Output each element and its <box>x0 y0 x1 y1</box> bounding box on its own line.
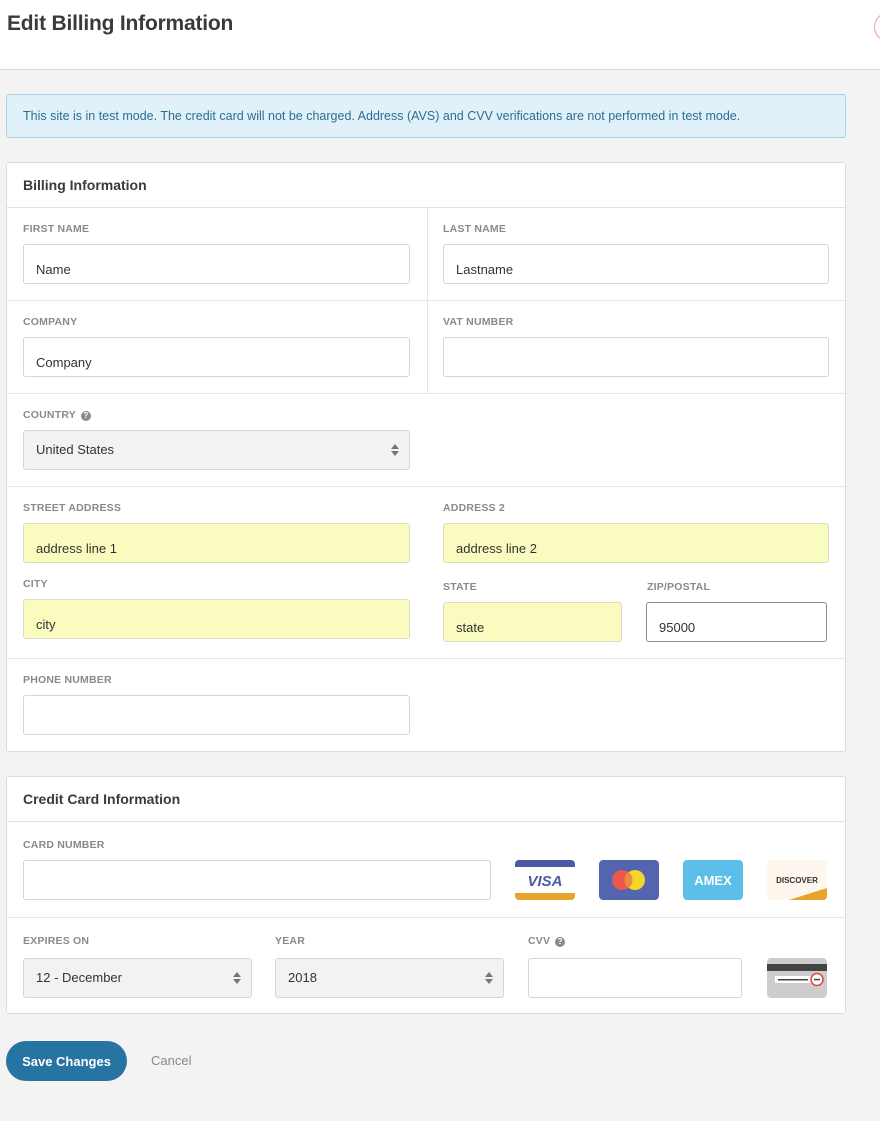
company-input[interactable] <box>23 337 410 377</box>
expiry-year-select[interactable]: 2018 <box>275 958 504 998</box>
card-number-row: CARD NUMBER VISA AMEX DISCOVER <box>7 822 845 918</box>
column-divider <box>427 208 428 300</box>
card-number-label: CARD NUMBER <box>23 839 105 851</box>
country-label: COUNTRY? <box>23 409 91 421</box>
alert-text: This site is in test mode. The credit ca… <box>23 109 741 123</box>
zip-label: ZIP/POSTAL <box>647 581 711 593</box>
name-row: FIRST NAME LAST NAME <box>7 208 845 301</box>
cvv-label: CVV? <box>528 935 566 947</box>
state-label: STATE <box>443 581 477 593</box>
cvv-card-back-icon <box>767 958 827 998</box>
question-circle-icon[interactable]: ? <box>80 411 91 421</box>
select-arrows-icon <box>485 972 493 984</box>
column-divider <box>427 301 428 393</box>
country-row: COUNTRY? United States <box>7 394 845 487</box>
company-row: COMPANY VAT NUMBER <box>7 301 845 394</box>
street-address-input[interactable] <box>23 523 410 563</box>
country-select[interactable]: United States <box>23 430 410 470</box>
credit-card-panel-title: Credit Card Information <box>7 777 845 822</box>
cancel-link[interactable]: Cancel <box>151 1053 191 1068</box>
save-changes-button[interactable]: Save Changes <box>6 1041 127 1081</box>
company-label: COMPANY <box>23 316 78 328</box>
expires-on-label: EXPIRES ON <box>23 935 90 947</box>
billing-information-panel: Billing Information FIRST NAME LAST NAME… <box>6 162 846 752</box>
expiry-row: EXPIRES ON 12 - December YEAR 2018 CVV? <box>7 918 845 1014</box>
zip-input[interactable] <box>646 602 827 642</box>
phone-input[interactable] <box>23 695 410 735</box>
city-label: CITY <box>23 578 48 590</box>
mastercard-logo-icon <box>599 860 659 900</box>
state-input[interactable] <box>443 602 622 642</box>
visa-logo-icon: VISA <box>515 860 575 900</box>
close-icon[interactable] <box>874 12 880 42</box>
phone-row: PHONE NUMBER <box>7 659 845 751</box>
street-address-label: STREET ADDRESS <box>23 502 122 514</box>
last-name-input[interactable] <box>443 244 829 284</box>
country-select-value: United States <box>36 442 115 457</box>
page-title: Edit Billing Information <box>7 12 234 35</box>
vat-number-label: VAT NUMBER <box>443 316 514 328</box>
test-mode-alert: This site is in test mode. The credit ca… <box>6 94 846 138</box>
amex-text: AMEX <box>694 873 732 888</box>
expiry-month-select[interactable]: 12 - December <box>23 958 252 998</box>
page-header: Edit Billing Information <box>0 0 880 70</box>
credit-card-panel: Credit Card Information CARD NUMBER VISA <box>6 776 846 1014</box>
first-name-label: FIRST NAME <box>23 223 90 235</box>
address2-label: ADDRESS 2 <box>443 502 505 514</box>
select-arrows-icon <box>391 444 399 456</box>
expiry-year-value: 2018 <box>288 970 317 985</box>
select-arrows-icon <box>233 972 241 984</box>
year-label: YEAR <box>275 935 305 947</box>
question-circle-icon[interactable]: ? <box>555 937 566 947</box>
cvv-input[interactable] <box>528 958 742 998</box>
amex-logo-icon: AMEX <box>683 860 743 900</box>
card-number-input[interactable] <box>23 860 491 900</box>
phone-label: PHONE NUMBER <box>23 674 112 686</box>
discover-logo-icon: DISCOVER <box>767 860 827 900</box>
vat-number-input[interactable] <box>443 337 829 377</box>
address2-input[interactable] <box>443 523 829 563</box>
visa-text: VISA <box>527 873 562 890</box>
billing-panel-title: Billing Information <box>7 163 845 208</box>
last-name-label: LAST NAME <box>443 223 507 235</box>
cvv-label-text: CVV <box>528 935 551 947</box>
city-input[interactable] <box>23 599 410 639</box>
address-row: STREET ADDRESS ADDRESS 2 CITY STATE ZIP/… <box>7 487 845 659</box>
country-label-text: COUNTRY <box>23 409 76 421</box>
discover-text: DISCOVER <box>776 876 818 885</box>
first-name-input[interactable] <box>23 244 410 284</box>
expiry-month-value: 12 - December <box>36 970 122 985</box>
